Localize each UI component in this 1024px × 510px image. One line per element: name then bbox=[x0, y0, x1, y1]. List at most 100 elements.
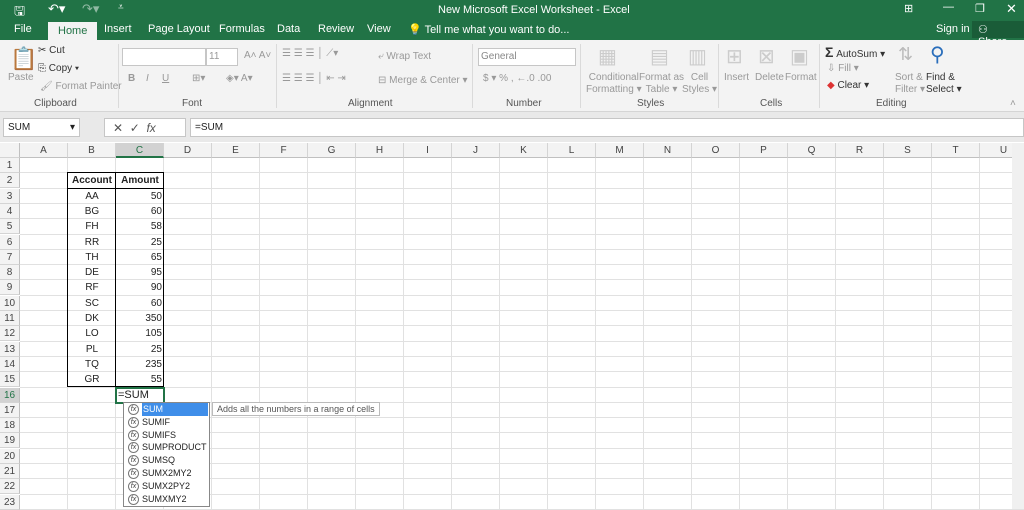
row-header-23[interactable]: 23 bbox=[0, 495, 20, 510]
column-header-N[interactable]: N bbox=[644, 143, 692, 158]
row-header-4[interactable]: 4 bbox=[0, 204, 20, 219]
share-button[interactable]: ⚇ Share bbox=[972, 21, 1024, 38]
account-cell[interactable]: TQ bbox=[68, 357, 116, 372]
clear-button[interactable]: ◆ Clear ▾ bbox=[827, 80, 869, 91]
column-header-M[interactable]: M bbox=[596, 143, 644, 158]
format-as-table-button[interactable]: Format asTable ▾ bbox=[639, 72, 684, 96]
undo-icon[interactable]: ↶▾ bbox=[48, 1, 65, 17]
vertical-scrollbar[interactable] bbox=[1012, 143, 1024, 509]
align-top-icons[interactable]: ☰ ☰ ☰ │ ⟋▾ bbox=[282, 48, 338, 59]
column-header-D[interactable]: D bbox=[164, 143, 212, 158]
column-header-J[interactable]: J bbox=[452, 143, 500, 158]
account-cell[interactable]: SC bbox=[68, 296, 116, 311]
account-cell[interactable]: LO bbox=[68, 326, 116, 341]
row-header-1[interactable]: 1 bbox=[0, 158, 20, 173]
account-cell[interactable]: DK bbox=[68, 311, 116, 326]
row-header-14[interactable]: 14 bbox=[0, 357, 20, 372]
amount-cell[interactable]: 90 bbox=[116, 280, 164, 295]
tell-me-search[interactable]: 💡 Tell me what you want to do... bbox=[408, 23, 569, 36]
amount-cell[interactable]: 235 bbox=[116, 357, 164, 372]
account-cell[interactable]: AA bbox=[68, 189, 116, 204]
tab-home[interactable]: Home bbox=[48, 22, 97, 40]
wrap-text-button[interactable]: ⤶ Wrap Text bbox=[378, 51, 431, 62]
sign-in-link[interactable]: Sign in bbox=[936, 23, 970, 35]
enter-icon[interactable]: ✓ bbox=[130, 121, 140, 135]
column-header-Q[interactable]: Q bbox=[788, 143, 836, 158]
find-select-button[interactable]: Find &Select ▾ bbox=[926, 72, 962, 96]
tab-insert[interactable]: Insert bbox=[104, 23, 132, 35]
row-header-8[interactable]: 8 bbox=[0, 265, 20, 280]
amount-cell[interactable]: 58 bbox=[116, 219, 164, 234]
fill-color-icon[interactable]: ◈▾ A▾ bbox=[226, 73, 253, 84]
column-header-P[interactable]: P bbox=[740, 143, 788, 158]
autocomplete-item-sumifs[interactable]: fxSUMIFS bbox=[124, 429, 209, 442]
redo-icon[interactable]: ↷▾ bbox=[82, 1, 99, 17]
row-header-13[interactable]: 13 bbox=[0, 342, 20, 357]
row-header-10[interactable]: 10 bbox=[0, 296, 20, 311]
autocomplete-item-sumx2py2[interactable]: fxSUMX2PY2 bbox=[124, 480, 209, 493]
column-header-R[interactable]: R bbox=[836, 143, 884, 158]
autocomplete-item-sumxmy2[interactable]: fxSUMXMY2 bbox=[124, 493, 209, 506]
row-header-22[interactable]: 22 bbox=[0, 479, 20, 494]
paste-icon[interactable]: 📋 bbox=[10, 46, 37, 72]
row-header-3[interactable]: 3 bbox=[0, 189, 20, 204]
minimize-icon[interactable]: — bbox=[943, 1, 954, 13]
autosum-button[interactable]: Σ AutoSum ▾ bbox=[825, 44, 885, 60]
column-header-L[interactable]: L bbox=[548, 143, 596, 158]
paste-button[interactable]: Paste bbox=[8, 72, 34, 83]
active-cell-C16[interactable]: =SUM bbox=[115, 387, 165, 404]
insert-function-icon[interactable]: fx bbox=[146, 121, 155, 135]
column-header-H[interactable]: H bbox=[356, 143, 404, 158]
merge-center-button[interactable]: ⊟ Merge & Center ▾ bbox=[378, 75, 468, 86]
amount-cell[interactable]: 50 bbox=[116, 189, 164, 204]
number-format-buttons[interactable]: $ ▾ % , ←.0 .00 bbox=[483, 73, 551, 84]
font-size-select[interactable]: 11 bbox=[206, 48, 238, 66]
tab-page-layout[interactable]: Page Layout bbox=[148, 23, 210, 35]
delete-cells-button[interactable]: Delete bbox=[755, 72, 784, 83]
amount-cell[interactable]: 60 bbox=[116, 296, 164, 311]
font-name-select[interactable] bbox=[122, 48, 206, 66]
function-autocomplete-list[interactable]: fxSUMfxSUMIFfxSUMIFSfxSUMPRODUCTfxSUMSQf… bbox=[123, 402, 210, 507]
account-cell[interactable]: GR bbox=[68, 372, 116, 387]
row-header-11[interactable]: 11 bbox=[0, 311, 20, 326]
customize-qat-icon[interactable]: ⩡ bbox=[118, 2, 124, 13]
column-header-A[interactable]: A bbox=[20, 143, 68, 158]
row-header-9[interactable]: 9 bbox=[0, 280, 20, 295]
tab-formulas[interactable]: Formulas bbox=[219, 23, 265, 35]
font-grow-shrink[interactable]: A˄ A˅ bbox=[244, 50, 271, 61]
column-header-S[interactable]: S bbox=[884, 143, 932, 158]
column-header-T[interactable]: T bbox=[932, 143, 980, 158]
restore-icon[interactable]: ❐ bbox=[975, 2, 985, 15]
row-header-2[interactable]: 2 bbox=[0, 173, 20, 188]
amount-cell[interactable]: 25 bbox=[116, 342, 164, 357]
row-header-5[interactable]: 5 bbox=[0, 219, 20, 234]
amount-cell[interactable]: 25 bbox=[116, 235, 164, 250]
column-header-B[interactable]: B bbox=[68, 143, 116, 158]
column-header-O[interactable]: O bbox=[692, 143, 740, 158]
italic-button[interactable]: I bbox=[146, 73, 149, 84]
collapse-ribbon-icon[interactable]: ˄ bbox=[1010, 98, 1016, 109]
row-header-15[interactable]: 15 bbox=[0, 372, 20, 387]
row-header-17[interactable]: 17 bbox=[0, 403, 20, 418]
account-cell[interactable]: TH bbox=[68, 250, 116, 265]
account-cell[interactable]: RR bbox=[68, 235, 116, 250]
amount-cell[interactable]: 105 bbox=[116, 326, 164, 341]
cell-styles-button[interactable]: CellStyles ▾ bbox=[682, 72, 717, 96]
tab-data[interactable]: Data bbox=[277, 23, 300, 35]
tab-file[interactable]: File bbox=[14, 23, 32, 35]
tab-review[interactable]: Review bbox=[318, 23, 354, 35]
autocomplete-item-sumif[interactable]: fxSUMIF bbox=[124, 416, 209, 429]
amount-cell[interactable]: 55 bbox=[116, 372, 164, 387]
amount-cell[interactable]: 60 bbox=[116, 204, 164, 219]
close-icon[interactable]: ✕ bbox=[1006, 1, 1017, 17]
autocomplete-item-sumx2my2[interactable]: fxSUMX2MY2 bbox=[124, 467, 209, 480]
account-cell[interactable]: BG bbox=[68, 204, 116, 219]
formula-input[interactable]: =SUM bbox=[190, 118, 1024, 137]
cancel-icon[interactable]: ✕ bbox=[113, 121, 123, 135]
amount-cell[interactable]: 65 bbox=[116, 250, 164, 265]
borders-icon[interactable]: ⊞▾ bbox=[192, 73, 205, 84]
format-cells-button[interactable]: Format bbox=[785, 72, 817, 83]
row-header-21[interactable]: 21 bbox=[0, 464, 20, 479]
row-header-18[interactable]: 18 bbox=[0, 418, 20, 433]
name-box[interactable]: SUM▾ bbox=[3, 118, 80, 137]
